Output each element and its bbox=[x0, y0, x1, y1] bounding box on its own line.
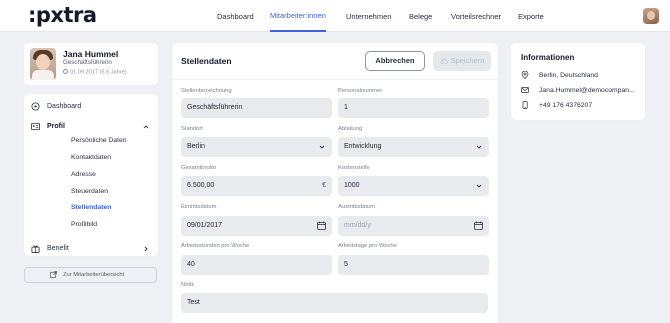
calendar-icon[interactable] bbox=[474, 221, 483, 230]
label-standort: Standort bbox=[181, 126, 203, 132]
phone-icon bbox=[522, 101, 528, 109]
label-personalnummer: Personalnummer bbox=[338, 88, 383, 94]
notiz-textarea[interactable]: Test bbox=[181, 293, 488, 313]
field-value: Berlin bbox=[187, 143, 205, 150]
field-value: Geschäftsführerin bbox=[187, 104, 243, 111]
field-value: 40 bbox=[187, 261, 195, 268]
arbeitstage-input[interactable]: 5 bbox=[338, 255, 489, 275]
profile-card: Jana Hummel Geschäftsführerin 01.09.2017… bbox=[24, 43, 158, 85]
gift-icon bbox=[31, 245, 40, 253]
save-button[interactable]: Speichern bbox=[433, 51, 491, 71]
field-value: 6.500,00 bbox=[187, 182, 215, 189]
label-arbeitstage: Arbeitstage pro Woche bbox=[338, 243, 397, 249]
nav-dashboard[interactable]: Dashboard bbox=[217, 0, 254, 32]
info-card: Informationen Berlin, Deutschland Jana.H… bbox=[511, 43, 645, 120]
sidebar-sub-kontaktdaten[interactable]: Kontaktdaten bbox=[71, 154, 111, 161]
save-label: Speichern bbox=[450, 56, 485, 65]
label-kostenstelle: Kostenstelle bbox=[338, 165, 370, 171]
field-placeholder: mm/dd/y bbox=[344, 222, 371, 229]
chevron-up-icon[interactable] bbox=[143, 124, 149, 130]
profile-photo bbox=[30, 48, 56, 80]
sidebar-sub-stellendaten[interactable]: Stellendaten bbox=[71, 204, 111, 211]
info-phone-text[interactable]: +49 176 4376207 bbox=[539, 102, 592, 109]
info-email-text[interactable]: Jana.Hummel@democompan... bbox=[539, 87, 635, 94]
sidebar-sub-steuerdaten[interactable]: Steuerdaten bbox=[71, 188, 108, 195]
field-value: 5 bbox=[344, 261, 348, 268]
field-value: Test bbox=[187, 299, 200, 306]
label-gesamtbrutto: Gesamtbrutto bbox=[181, 165, 217, 171]
dashboard-icon bbox=[31, 102, 40, 111]
info-location-text: Berlin, Deutschland bbox=[539, 72, 598, 79]
nav-vorteilsrechner[interactable]: Vorteilsrechner bbox=[451, 0, 501, 32]
chevron-down-icon bbox=[319, 145, 325, 149]
sidebar-item-label: Benefit bbox=[47, 245, 69, 252]
stellendaten-form: Stellendaten Abbrechen Speichern Stellen… bbox=[172, 43, 498, 323]
abteilung-select[interactable]: Entwicklung bbox=[338, 137, 489, 157]
standort-select[interactable]: Berlin bbox=[181, 137, 332, 157]
form-title: Stellendaten bbox=[181, 56, 232, 66]
external-link-icon bbox=[50, 271, 57, 278]
chevron-down-icon bbox=[476, 184, 482, 188]
arbeitsstunden-input[interactable]: 40 bbox=[181, 255, 332, 275]
calendar-icon[interactable] bbox=[317, 221, 326, 230]
nav-unternehmen[interactable]: Unternehmen bbox=[346, 0, 391, 32]
info-title: Informationen bbox=[521, 53, 575, 62]
gesamtbrutto-input[interactable]: 6.500,00 € bbox=[181, 176, 332, 196]
stellenbezeichnung-input[interactable]: Geschäftsführerin bbox=[181, 98, 332, 118]
back-to-overview-button[interactable]: Zur Mitarbeiterübersicht bbox=[24, 267, 157, 283]
location-pin-icon bbox=[521, 71, 529, 79]
sidebar-menu: Dashboard Profil Persönliche Daten Konta… bbox=[24, 94, 158, 256]
label-abteilung: Abteilung bbox=[338, 126, 363, 132]
profile-role: Geschäftsführerin bbox=[63, 59, 112, 66]
nav-exporte[interactable]: Exporte bbox=[518, 0, 544, 32]
mail-icon bbox=[521, 87, 529, 93]
top-bar: :pxtra Dashboard Mitarbeiter:innen Unter… bbox=[0, 0, 670, 32]
sidebar-item-label: Dashboard bbox=[47, 103, 82, 110]
label-eintrittsdatum: Eintrittsdatum bbox=[181, 204, 217, 210]
cloud-upload-icon bbox=[440, 58, 448, 64]
user-avatar[interactable] bbox=[643, 8, 659, 24]
app-logo[interactable]: :pxtra bbox=[28, 3, 97, 27]
clock-icon bbox=[63, 69, 68, 74]
sidebar-item-profil[interactable]: Profil bbox=[24, 120, 158, 134]
label-austrittsdatum: Austrittsdatum bbox=[338, 204, 376, 210]
sidebar-sub-persoenliche-daten[interactable]: Persönliche Daten bbox=[71, 137, 127, 144]
label-arbeitsstunden: Arbeitsstunden pro Woche bbox=[181, 243, 250, 249]
sidebar-sub-adresse[interactable]: Adresse bbox=[71, 171, 96, 178]
profile-since: 01.09.2017 (5,5 Jahre) bbox=[63, 69, 127, 76]
sidebar-item-dashboard[interactable]: Dashboard bbox=[24, 100, 158, 114]
chevron-down-icon bbox=[476, 145, 482, 149]
back-button-label: Zur Mitarbeiterübersicht bbox=[63, 272, 125, 278]
label-notiz: Notiz bbox=[181, 282, 195, 288]
field-value: Entwicklung bbox=[344, 143, 382, 150]
austrittsdatum-input[interactable]: mm/dd/y bbox=[338, 216, 489, 236]
cancel-button[interactable]: Abbrechen bbox=[365, 51, 425, 71]
sidebar-item-benefit[interactable]: Benefit bbox=[24, 242, 158, 256]
sidebar-sub-profilbild[interactable]: Profilbild bbox=[71, 221, 97, 228]
divider bbox=[172, 79, 498, 80]
nav-belege[interactable]: Belege bbox=[409, 0, 432, 32]
nav-mitarbeiter[interactable]: Mitarbeiter:innen bbox=[270, 0, 326, 32]
kostenstelle-select[interactable]: 1000 bbox=[338, 176, 489, 196]
personalnummer-input[interactable]: 1 bbox=[338, 98, 489, 118]
profile-since-text: 01.09.2017 (5,5 Jahre) bbox=[70, 69, 127, 76]
profile-name: Jana Hummel bbox=[63, 49, 119, 59]
currency-suffix: € bbox=[322, 182, 326, 189]
field-value: 1 bbox=[344, 104, 348, 111]
id-card-icon bbox=[31, 122, 40, 131]
field-value: 09/01/2017 bbox=[187, 222, 223, 229]
label-stellenbezeichnung: Stellenbezeichnung bbox=[181, 88, 232, 94]
field-value: 1000 bbox=[344, 182, 360, 189]
eintrittsdatum-input[interactable]: 09/01/2017 bbox=[181, 216, 332, 236]
sidebar-item-label: Profil bbox=[47, 123, 65, 130]
chevron-right-icon bbox=[144, 246, 148, 252]
